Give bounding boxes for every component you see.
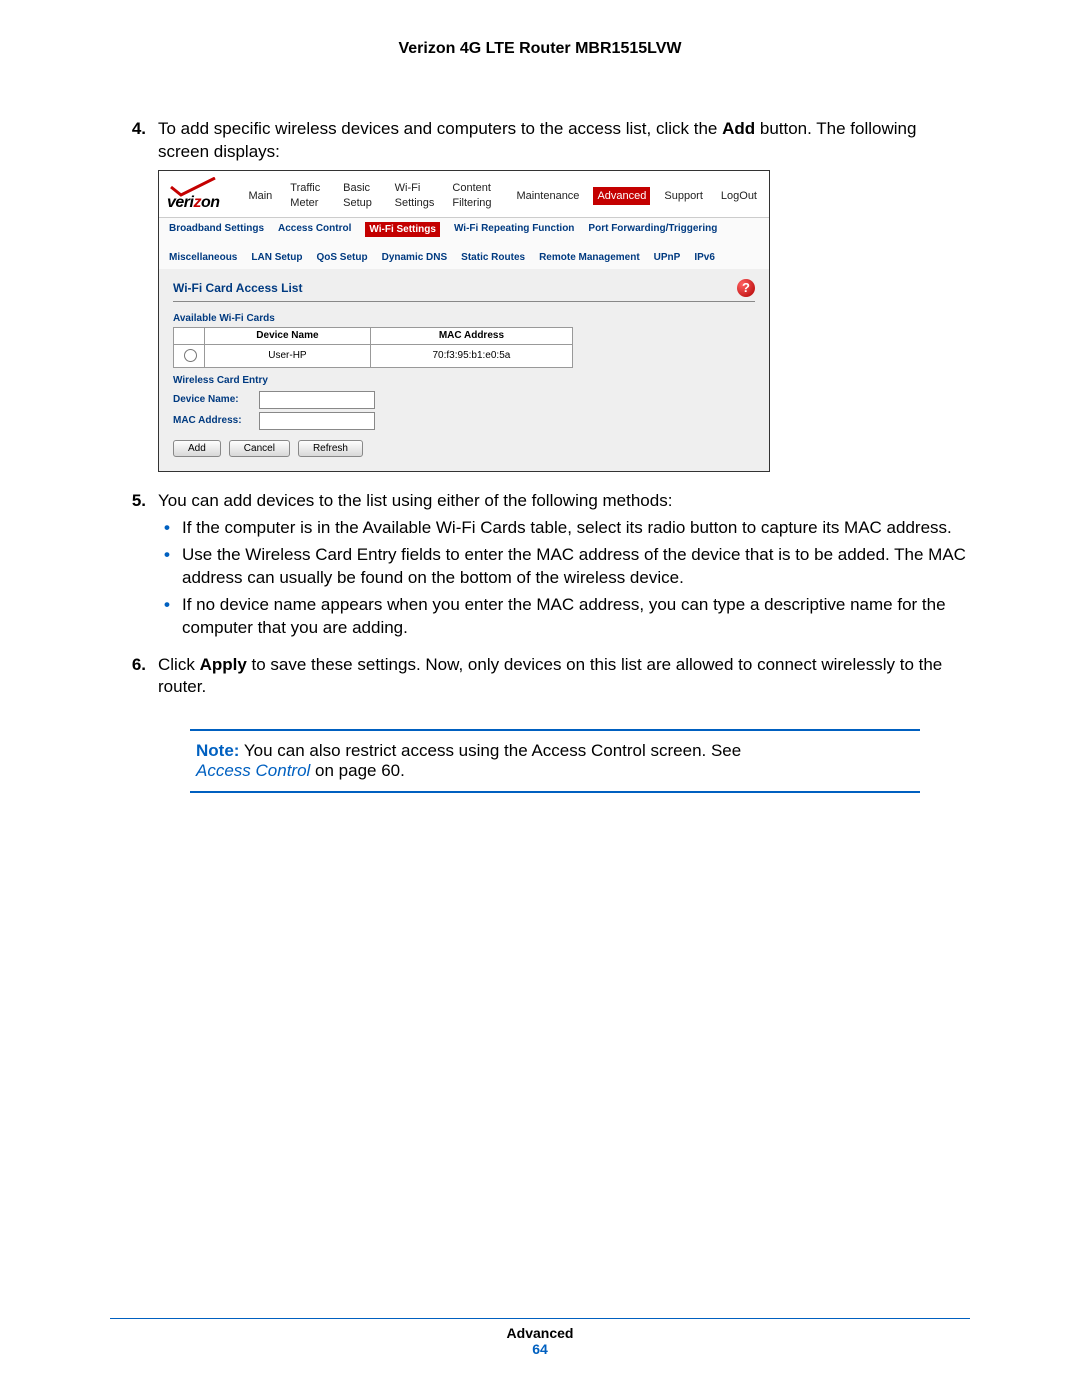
top-tab-traffic-meter[interactable]: Traffic Meter — [286, 179, 329, 213]
step-6-num: 6. — [110, 654, 158, 700]
wireless-entry-label: Wireless Card Entry — [173, 374, 755, 388]
footer-page: 64 — [110, 1341, 970, 1357]
add-button[interactable]: Add — [173, 440, 221, 457]
step-5-text: You can add devices to the list using ei… — [158, 491, 672, 510]
top-tab-logout[interactable]: LogOut — [717, 187, 761, 206]
top-tab-advanced[interactable]: Advanced — [593, 187, 650, 206]
top-tab-content-filtering[interactable]: Content Filtering — [448, 179, 502, 213]
sub-tab-static-routes[interactable]: Static Routes — [461, 251, 525, 265]
panel-title: Wi-Fi Card Access List — [173, 280, 302, 296]
note-label: Note: — [196, 741, 239, 760]
step-6-text-a: Click — [158, 655, 200, 674]
top-tab-basic-setup[interactable]: Basic Setup — [339, 179, 380, 213]
row-radio[interactable] — [184, 349, 197, 362]
router-screenshot: verizon Main Traffic Meter Basic Setup Wi-F… — [158, 170, 770, 472]
sub-tab-upnp[interactable]: UPnP — [654, 251, 681, 265]
verizon-logo: verizon — [167, 177, 232, 213]
footer-section: Advanced — [110, 1325, 970, 1341]
sub-tab-remote-management[interactable]: Remote Management — [539, 251, 640, 265]
note-text2: on page 60. — [310, 761, 405, 780]
col-mac: MAC Address — [370, 328, 572, 345]
sub-tab-ipv6[interactable]: IPv6 — [694, 251, 715, 265]
sub-tabs: Broadband Settings Access Control Wi-Fi Se… — [159, 217, 769, 269]
top-tab-main[interactable]: Main — [244, 187, 276, 206]
sub-tab-wi-fi-settings[interactable]: Wi-Fi Settings — [365, 222, 440, 238]
step-4-bold: Add — [722, 119, 755, 138]
step-5-bullet-1: If the computer is in the Available Wi-F… — [158, 517, 970, 540]
step-5-num: 5. — [110, 490, 158, 648]
sub-tab-miscellaneous[interactable]: Miscellaneous — [169, 251, 237, 265]
device-name-label: Device Name: — [173, 393, 253, 407]
available-cards-label: Available Wi-Fi Cards — [173, 312, 755, 326]
refresh-button[interactable]: Refresh — [298, 440, 363, 457]
row-device-name: User-HP — [205, 344, 371, 368]
step-4: 4. To add specific wireless devices and … — [110, 118, 970, 484]
table-row: User-HP 70:f3:95:b1:e0:5a — [174, 344, 573, 368]
step-6-bold: Apply — [200, 655, 247, 674]
step-4-num: 4. — [110, 118, 158, 484]
sub-tab-port-forwarding-triggering[interactable]: Port Forwarding/Triggering — [588, 222, 717, 238]
sub-tab-wi-fi-repeating-function[interactable]: Wi-Fi Repeating Function — [454, 222, 574, 238]
step-5-bullet-2: Use the Wireless Card Entry fields to en… — [158, 544, 970, 590]
device-name-input[interactable] — [259, 391, 375, 409]
top-tab-wi-fi-settings[interactable]: Wi-Fi Settings — [391, 179, 439, 213]
mac-input[interactable] — [259, 412, 375, 430]
note-link[interactable]: Access Control — [196, 761, 310, 780]
page-footer: Advanced 64 — [110, 1318, 970, 1357]
available-cards-table: Device Name MAC Address User-HP 70:f3:95… — [173, 327, 573, 368]
step-5-bullet-3: If no device name appears when you enter… — [158, 594, 970, 640]
step-6-text-b: to save these settings. Now, only device… — [158, 655, 942, 697]
sub-tab-lan-setup[interactable]: LAN Setup — [251, 251, 302, 265]
note-box: Note: You can also restrict access using… — [190, 729, 920, 793]
top-tab-support[interactable]: Support — [660, 187, 707, 206]
step-5: 5. You can add devices to the list using… — [110, 490, 970, 648]
step-6: 6. Click Apply to save these settings. N… — [110, 654, 970, 700]
top-tab-maintenance[interactable]: Maintenance — [512, 187, 583, 206]
sub-tab-broadband-settings[interactable]: Broadband Settings — [169, 222, 264, 238]
row-mac: 70:f3:95:b1:e0:5a — [370, 344, 572, 368]
sub-tab-dynamic-dns[interactable]: Dynamic DNS — [382, 251, 448, 265]
col-device-name: Device Name — [205, 328, 371, 345]
help-icon[interactable]: ? — [737, 279, 755, 297]
sub-tab-access-control[interactable]: Access Control — [278, 222, 351, 238]
note-text1: You can also restrict access using the A… — [239, 741, 741, 760]
step-4-text-a: To add specific wireless devices and com… — [158, 119, 722, 138]
cancel-button[interactable]: Cancel — [229, 440, 290, 457]
top-tabs: Main Traffic Meter Basic Setup Wi-Fi Settin… — [244, 179, 761, 213]
mac-label: MAC Address: — [173, 414, 253, 428]
sub-tab-qos-setup[interactable]: QoS Setup — [316, 251, 367, 265]
doc-title: Verizon 4G LTE Router MBR1515LVW — [110, 40, 970, 58]
